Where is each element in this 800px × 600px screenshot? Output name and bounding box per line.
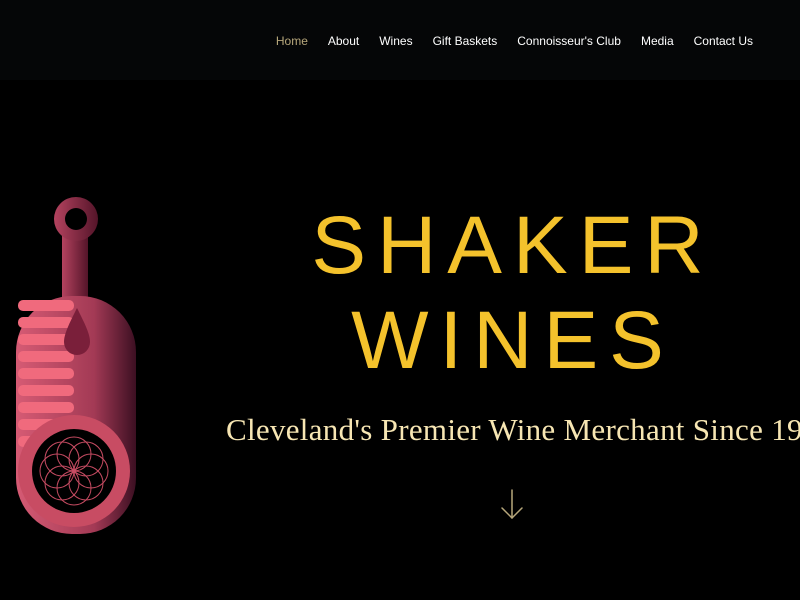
hero-title-line2: WINES	[351, 295, 675, 386]
hero-tagline: Cleveland's Premier Wine Merchant Since …	[226, 412, 800, 447]
nav-item-connoisseurs-club[interactable]: Connoisseur's Club	[517, 33, 621, 49]
nav-item-about[interactable]: About	[328, 33, 359, 49]
arrow-down-icon[interactable]	[499, 488, 525, 522]
wine-bottle-logo	[16, 197, 136, 534]
top-bar: Home About Wines Gift Baskets Connoisseu…	[0, 0, 800, 80]
nav-item-contact-us[interactable]: Contact Us	[694, 33, 753, 49]
nav-item-wines[interactable]: Wines	[379, 33, 412, 49]
hero-title-line1: SHAKER	[311, 200, 715, 291]
nav-item-gift-baskets[interactable]: Gift Baskets	[433, 33, 498, 49]
main-nav: Home About Wines Gift Baskets Connoisseu…	[276, 33, 753, 49]
nav-item-home[interactable]: Home	[276, 33, 308, 49]
nav-item-media[interactable]: Media	[641, 33, 674, 49]
